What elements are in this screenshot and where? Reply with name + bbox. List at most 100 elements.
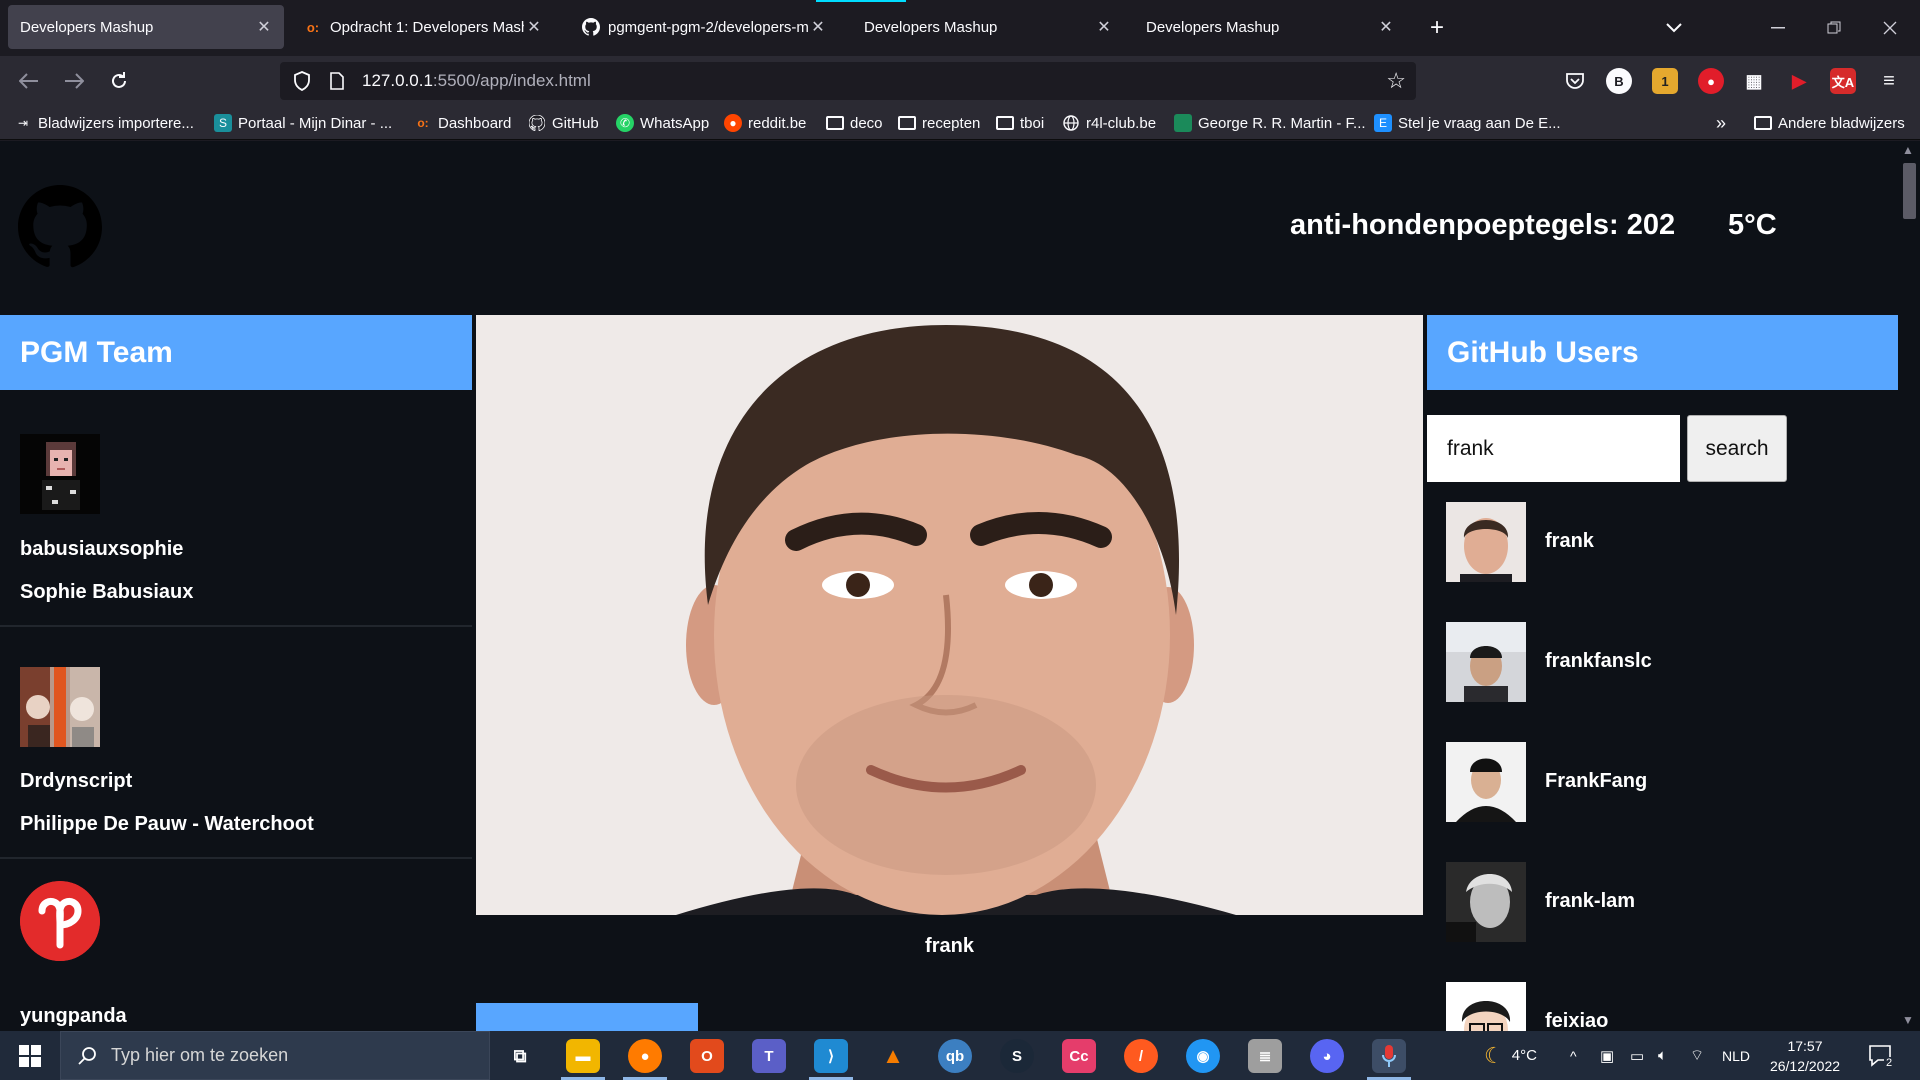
teams-icon[interactable]: T xyxy=(752,1039,786,1073)
menu-icon[interactable]: ≡ xyxy=(1876,68,1902,94)
bookmark-reddit[interactable]: ● reddit.be xyxy=(724,112,806,134)
database-icon[interactable]: ≣ xyxy=(1248,1039,1282,1073)
barcode-extension-icon[interactable]: ▦ xyxy=(1741,68,1767,94)
user-search-input[interactable] xyxy=(1427,415,1680,482)
taskbar-search-box[interactable]: Typ hier om te zoeken xyxy=(60,1031,490,1080)
tab-developers-mashup-3[interactable]: Developers Mashup ✕ xyxy=(1134,5,1406,49)
bookmark-label: Bladwijzers importere... xyxy=(38,114,194,132)
star-icon[interactable]: ☆ xyxy=(1386,68,1406,94)
reload-button[interactable] xyxy=(102,64,136,98)
team-member-card[interactable]: yungpanda xyxy=(0,859,472,1031)
bookmark-folder-recepten[interactable]: recepten xyxy=(898,112,980,134)
installer-app-icon[interactable]: ◉ xyxy=(1186,1039,1220,1073)
tray-meet-icon[interactable]: ▣ xyxy=(1600,1031,1614,1080)
address-bar[interactable]: 127.0.0.1:5500/app/index.html ☆ xyxy=(280,62,1416,100)
tab-title: Developers Mashup xyxy=(20,18,154,36)
page-icon[interactable] xyxy=(326,72,348,90)
bookmark-r4l-club[interactable]: r4l-club.be xyxy=(1062,112,1156,134)
minimize-button[interactable] xyxy=(1762,12,1794,44)
bookmark-stel-je-vraag[interactable]: E Stel je vraag aan De E... xyxy=(1374,112,1561,134)
pocket-icon[interactable] xyxy=(1562,68,1588,94)
expert-icon: E xyxy=(1374,114,1392,132)
tab-developers-mashup-active[interactable]: Developers Mashup ✕ xyxy=(8,5,284,49)
tray-chevron-icon[interactable]: ^ xyxy=(1570,1031,1577,1080)
new-tab-button[interactable]: + xyxy=(1421,12,1453,44)
file-explorer-icon[interactable]: ▬ xyxy=(566,1039,600,1073)
notifications-icon[interactable]: 2 xyxy=(1868,1031,1895,1080)
user-result[interactable]: frank-lam xyxy=(1446,862,1866,942)
bookmark-import[interactable]: ⇥ Bladwijzers importere... xyxy=(14,112,194,134)
scrollbar-thumb[interactable] xyxy=(1903,163,1916,219)
firefox-icon[interactable]: ● xyxy=(628,1039,662,1073)
user-result[interactable]: frankfanslc xyxy=(1446,622,1866,702)
translate-extension-icon[interactable]: 文A xyxy=(1830,68,1856,94)
tab-opdracht[interactable]: o: Opdracht 1: Developers Mashup ✕ xyxy=(292,5,554,49)
bookmark-dashboard[interactable]: o: Dashboard xyxy=(414,112,511,134)
discord-icon[interactable]: ◕ xyxy=(1310,1039,1344,1073)
team-member-card[interactable]: Drdynscript Philippe De Pauw - Waterchoo… xyxy=(0,627,472,859)
volume-icon[interactable]: 🔈︎ xyxy=(1658,1031,1667,1080)
ublock-icon[interactable]: ● xyxy=(1698,68,1724,94)
shield-icon[interactable] xyxy=(290,71,314,91)
battery-icon[interactable]: ▭ xyxy=(1630,1031,1644,1080)
scroll-up-arrow-icon[interactable]: ▲ xyxy=(1902,143,1914,157)
back-button[interactable] xyxy=(12,64,46,98)
extension-badge-icon[interactable]: 1 xyxy=(1652,68,1678,94)
user-login: FrankFang xyxy=(1545,770,1648,792)
user-result[interactable]: frank xyxy=(1446,502,1866,582)
swift-app-icon[interactable]: / xyxy=(1124,1039,1158,1073)
qbittorrent-icon[interactable]: qb xyxy=(938,1039,972,1073)
member-login: Drdynscript xyxy=(20,770,133,792)
windows-start-button[interactable] xyxy=(0,1031,60,1080)
list-all-tabs-button[interactable] xyxy=(1658,12,1690,44)
bookmark-folder-deco[interactable]: deco xyxy=(826,112,883,134)
tab-close-icon[interactable]: ✕ xyxy=(808,17,828,37)
github-icon xyxy=(528,114,546,132)
avatar xyxy=(20,881,100,961)
moon-icon[interactable] xyxy=(1804,212,1834,242)
bookmark-whatsapp[interactable]: ✆ WhatsApp xyxy=(616,112,709,134)
tab-github-repo[interactable]: pgmgent-pgm-2/developers-m ✕ xyxy=(570,5,838,49)
bookmark-portaal[interactable]: S Portaal - Mijn Dinar - ... xyxy=(214,112,392,134)
bitwarden-extension-icon[interactable]: B xyxy=(1606,68,1632,94)
system-clock[interactable]: 17:57 26/12/2022 xyxy=(1760,1036,1850,1076)
office-icon[interactable]: O xyxy=(690,1039,724,1073)
search-button[interactable]: search xyxy=(1687,415,1787,482)
tab-developers-mashup-2[interactable]: Developers Mashup ✕ xyxy=(852,5,1124,49)
bookmark-label: tboi xyxy=(1020,114,1045,132)
close-window-button[interactable] xyxy=(1874,12,1906,44)
task-view-icon[interactable]: ⧉ xyxy=(503,1039,537,1073)
restore-button[interactable] xyxy=(1818,12,1850,44)
microphone-app-icon[interactable] xyxy=(1372,1039,1406,1073)
tab-close-icon[interactable]: ✕ xyxy=(1094,17,1114,37)
url-text[interactable]: 127.0.0.1:5500/app/index.html xyxy=(362,71,591,91)
other-bookmarks[interactable]: Andere bladwijzers xyxy=(1754,112,1905,134)
language-indicator[interactable]: NLD xyxy=(1722,1031,1750,1080)
tab-close-icon[interactable]: ✕ xyxy=(524,17,544,37)
avatar xyxy=(20,667,100,747)
github-logo-icon[interactable] xyxy=(18,185,103,269)
vlc-icon[interactable]: ▲ xyxy=(876,1039,910,1073)
tab-close-icon[interactable]: ✕ xyxy=(1376,17,1396,37)
network-icon[interactable]: ⌔ xyxy=(1690,1031,1704,1080)
page-scrollbar[interactable]: ▲ ▼ xyxy=(1898,141,1920,1031)
bookmark-folder-tboi[interactable]: tboi xyxy=(996,112,1044,134)
user-login: frankfanslc xyxy=(1545,650,1652,672)
user-result[interactable]: feixiao xyxy=(1446,982,1866,1031)
vscode-icon[interactable]: ⟩ xyxy=(814,1039,848,1073)
weather-widget[interactable]: ☾ 4°C xyxy=(1484,1031,1537,1080)
user-result[interactable]: FrankFang xyxy=(1446,742,1866,822)
url-path: :5500/app/index.html xyxy=(432,71,591,90)
steam-icon[interactable]: S xyxy=(1000,1039,1034,1073)
bookmarks-overflow-chevron-icon[interactable]: » xyxy=(1716,112,1726,134)
github-icon xyxy=(582,18,600,36)
tab-close-icon[interactable]: ✕ xyxy=(254,17,274,37)
youtube-extension-icon[interactable]: ▶ xyxy=(1786,68,1812,94)
scroll-down-arrow-icon[interactable]: ▼ xyxy=(1902,1013,1914,1027)
forward-button[interactable] xyxy=(57,64,91,98)
bookmark-github[interactable]: GitHub xyxy=(528,112,599,134)
team-member-card[interactable]: babusiauxsophie Sophie Babusiaux xyxy=(0,390,472,627)
creative-cloud-icon[interactable]: Cc xyxy=(1062,1039,1096,1073)
bookmark-label: recepten xyxy=(922,114,981,132)
bookmark-george-rr-martin[interactable]: George R. R. Martin - F... xyxy=(1174,112,1366,134)
